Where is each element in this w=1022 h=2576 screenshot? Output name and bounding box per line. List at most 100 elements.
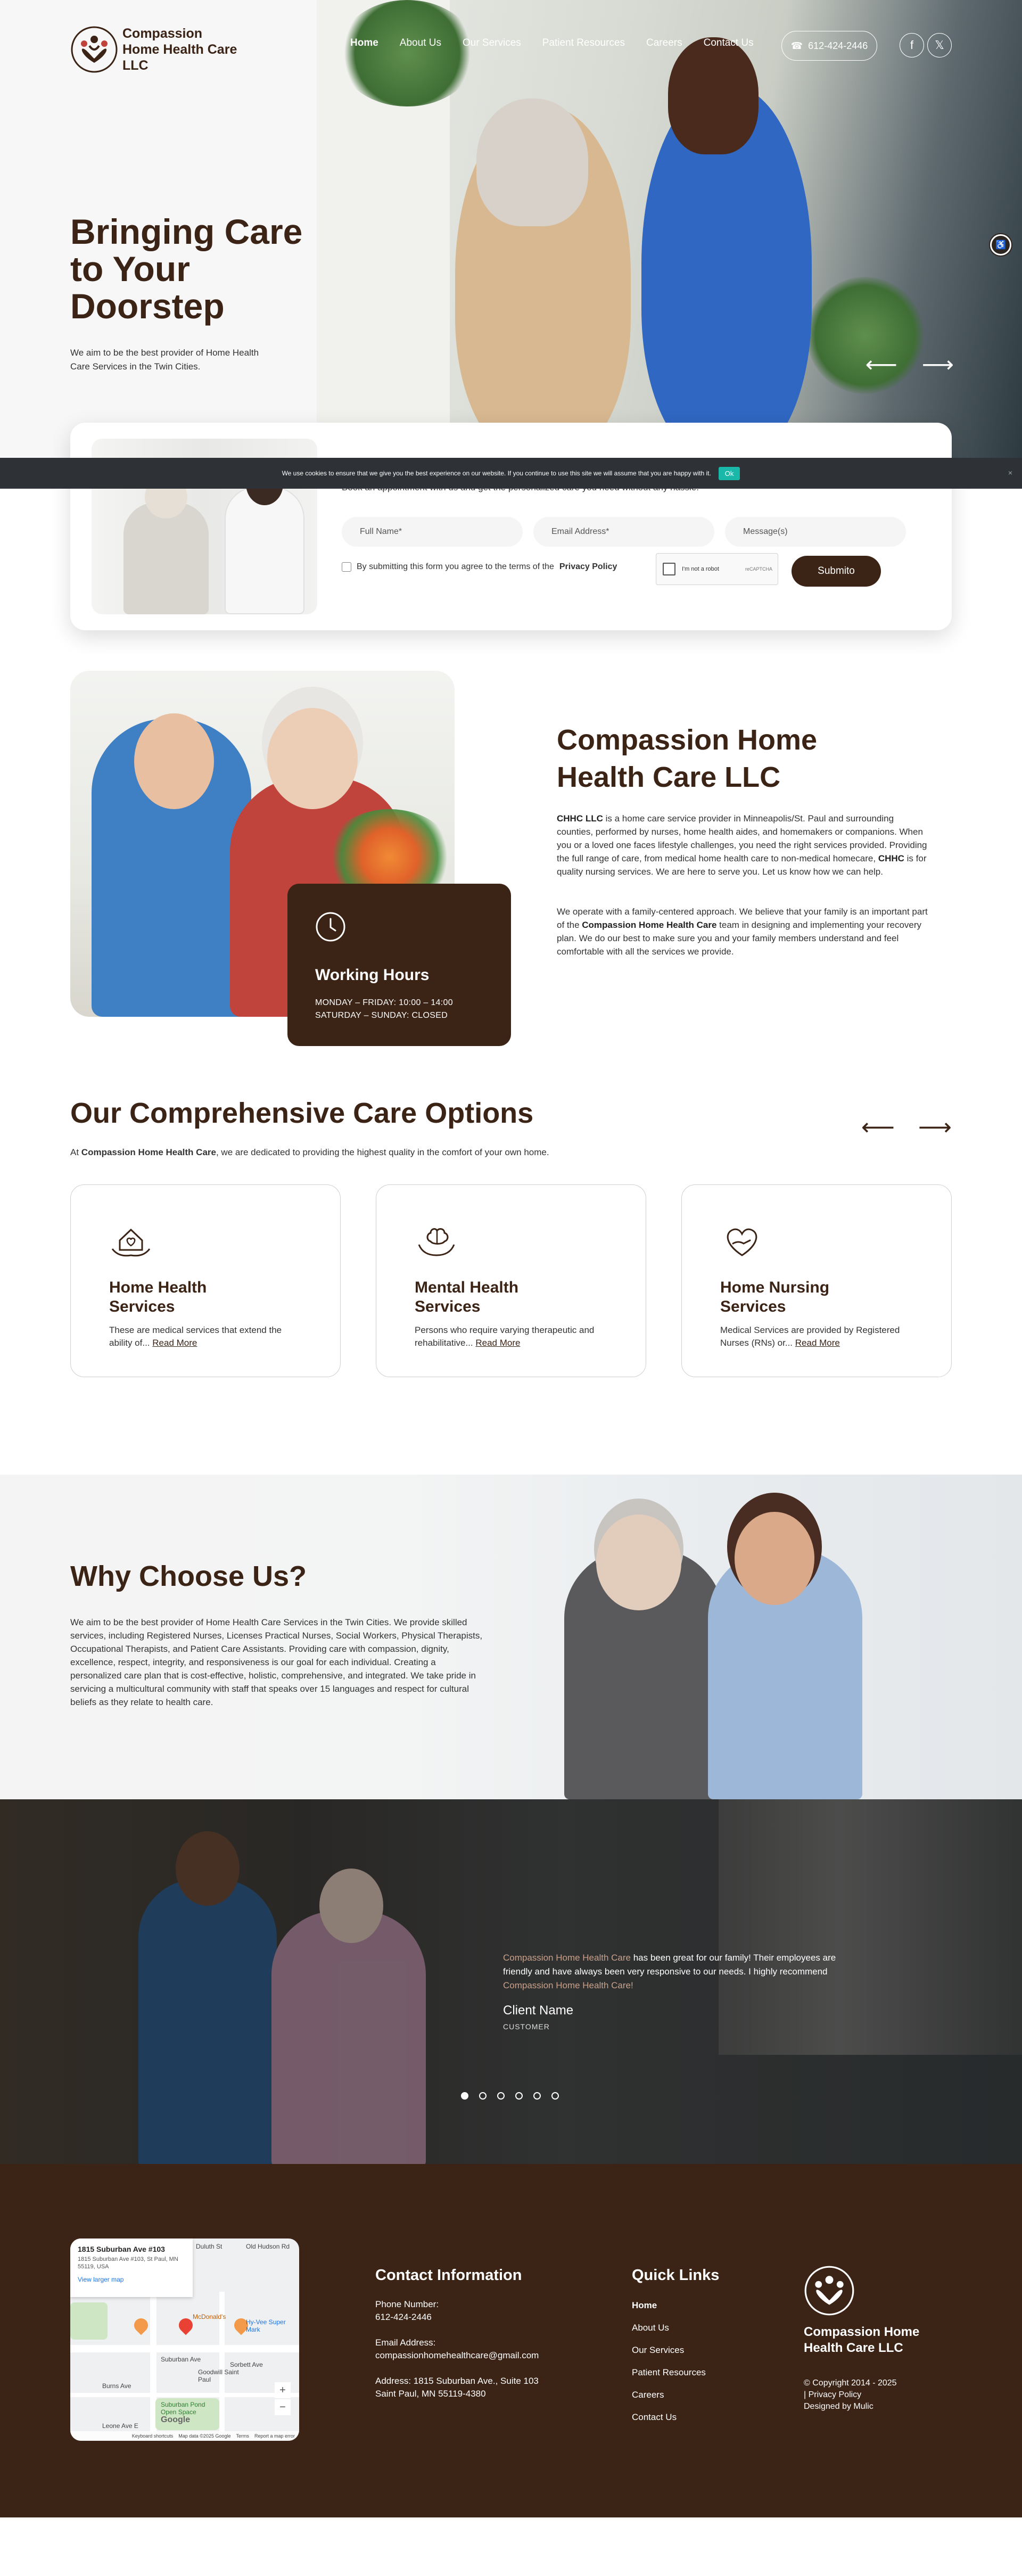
- services-slider-controls: ⟵ ⟶: [861, 1116, 952, 1139]
- facebook-icon[interactable]: f: [900, 33, 924, 57]
- footer-link-about[interactable]: About Us: [632, 2323, 719, 2333]
- consent-checkbox[interactable]: [342, 562, 351, 572]
- slider-dot[interactable]: [461, 2092, 468, 2100]
- slider-dot[interactable]: [515, 2092, 523, 2100]
- service-card-mental-health[interactable]: Mental Health Services Persons who requi…: [376, 1184, 646, 1377]
- about-photo-elder-head: [267, 708, 358, 809]
- about-section: Working Hours MONDAY – FRIDAY: 10:00 – 1…: [0, 671, 1022, 1097]
- services-subtitle-text: , we are dedicated to providing the high…: [216, 1147, 549, 1157]
- map-credit[interactable]: Terms: [236, 2433, 249, 2439]
- address-line-2: Saint Paul, MN 55119-4380: [375, 2389, 486, 2399]
- nav-patient-resources[interactable]: Patient Resources: [542, 37, 625, 49]
- logo-text: Compassion Home Health Care LLC: [122, 26, 237, 73]
- cookie-bar: We use cookies to ensure that we give yo…: [0, 458, 1022, 489]
- brain-hands-icon: [418, 1228, 455, 1256]
- accessibility-icon[interactable]: ♿: [990, 234, 1011, 256]
- phone-button[interactable]: ☎ 612-424-2446: [781, 31, 877, 61]
- house-hands-icon: [111, 1228, 151, 1257]
- footer-link-home[interactable]: Home: [632, 2300, 719, 2311]
- zoom-in-button[interactable]: +: [275, 2382, 291, 2398]
- hero-section: Compassion Home Health Care LLC Home Abo…: [0, 0, 1022, 489]
- google-logo: Google: [161, 2415, 191, 2424]
- slider-dot[interactable]: [533, 2092, 541, 2100]
- footer-link-patient-resources[interactable]: Patient Resources: [632, 2367, 719, 2378]
- read-more-link[interactable]: Read More: [475, 1338, 520, 1348]
- phone-value[interactable]: 612-424-2446: [375, 2312, 539, 2323]
- services-subtitle-text: At: [70, 1147, 81, 1157]
- x-twitter-icon[interactable]: 𝕏: [927, 33, 952, 57]
- full-name-field[interactable]: Full Name*: [342, 517, 523, 547]
- site-footer: McDonald's Hy-Vee Super Mark Suburban Av…: [0, 2164, 1022, 2517]
- map-place-address: 1815 Suburban Ave #103, St Paul, MN 5511…: [78, 2256, 178, 2270]
- view-larger-map-link[interactable]: View larger map: [78, 2276, 185, 2283]
- phone-label: Phone Number:: [375, 2299, 439, 2309]
- arrow-right-icon[interactable]: ⟶: [922, 353, 954, 376]
- cookie-ok-button[interactable]: Ok: [718, 466, 740, 480]
- service-title: Mental Health Services: [415, 1279, 519, 1315]
- email-field[interactable]: Email Address*: [533, 517, 714, 547]
- nav-about[interactable]: About Us: [400, 37, 441, 49]
- consent-row: By submitting this form you agree to the…: [342, 562, 617, 572]
- about-title: Compassion Home Health Care LLC: [557, 724, 818, 793]
- close-icon[interactable]: ×: [1008, 468, 1012, 477]
- slider-dot[interactable]: [497, 2092, 505, 2100]
- services-subtitle-brand: Compassion Home Health Care: [81, 1147, 216, 1157]
- nav-home[interactable]: Home: [350, 37, 378, 49]
- arrow-left-icon[interactable]: ⟵: [861, 1116, 895, 1139]
- consent-text: By submitting this form you agree to the…: [357, 562, 554, 571]
- map-label: Duluth St: [196, 2243, 222, 2250]
- booking-photo-doctor: [225, 487, 304, 614]
- slider-dot[interactable]: [551, 2092, 559, 2100]
- clock-icon: [316, 912, 345, 942]
- read-more-link[interactable]: Read More: [795, 1338, 840, 1348]
- hero-title: Bringing Care to Your Doorstep: [70, 212, 303, 326]
- nav-services[interactable]: Our Services: [463, 37, 521, 49]
- privacy-policy-link[interactable]: Privacy Policy: [559, 562, 617, 572]
- nav-contact[interactable]: Contact Us: [704, 37, 754, 49]
- phone-number: 612-424-2446: [808, 40, 868, 51]
- map-credits: Keyboard shortcuts Map data ©2025 Google…: [70, 2431, 299, 2441]
- about-text: is a home care service provider in Minne…: [557, 813, 927, 863]
- footer-quick-links: Quick Links Home About Us Our Services P…: [632, 2267, 719, 2423]
- services-section: Our Comprehensive Care Options At Compas…: [0, 1097, 1022, 1475]
- arrow-right-icon[interactable]: ⟶: [918, 1116, 952, 1139]
- service-card-home-nursing[interactable]: Home Nursing Services Medical Services a…: [681, 1184, 952, 1377]
- hero-slider-controls: ⟵ ⟶: [866, 353, 954, 376]
- map-credit[interactable]: Keyboard shortcuts: [132, 2433, 174, 2439]
- footer-link-services[interactable]: Our Services: [632, 2345, 719, 2356]
- map-info-card: 1815 Suburban Ave #103 1815 Suburban Ave…: [70, 2238, 193, 2297]
- footer-brand-name: Compassion Home Health Care LLC: [804, 2325, 920, 2355]
- message-field[interactable]: Message(s): [725, 517, 906, 547]
- booking-card: Book an appointment with us and get the …: [70, 423, 952, 630]
- map-label: Suburban Pond Open Space: [161, 2401, 205, 2416]
- hero-photo-plant: [806, 277, 924, 394]
- map-road: [70, 2345, 299, 2352]
- nav-careers[interactable]: Careers: [646, 37, 682, 49]
- slider-dot[interactable]: [479, 2092, 487, 2100]
- service-title: Home Health Services: [109, 1279, 207, 1315]
- arrow-left-icon[interactable]: ⟵: [866, 353, 897, 376]
- map-label: Leone Ave E: [102, 2422, 138, 2430]
- recaptcha-checkbox[interactable]: [663, 563, 675, 575]
- recaptcha-logo: reCAPTCHA: [745, 566, 772, 572]
- privacy-policy-link[interactable]: | Privacy Policy: [804, 2389, 932, 2401]
- zoom-out-button[interactable]: −: [275, 2399, 291, 2415]
- map-credit[interactable]: Report a map error: [254, 2433, 295, 2439]
- designer-credit: Designed by Mulic: [804, 2402, 873, 2411]
- embedded-map[interactable]: McDonald's Hy-Vee Super Mark Suburban Av…: [70, 2238, 299, 2441]
- submit-button[interactable]: Submito: [792, 556, 881, 587]
- services-subtitle: At Compassion Home Health Care, we are d…: [70, 1147, 549, 1158]
- map-credit: Map data ©2025 Google: [178, 2433, 231, 2439]
- read-more-link[interactable]: Read More: [152, 1338, 197, 1348]
- phone-icon: ☎: [790, 40, 803, 51]
- about-brand-short: CHHC: [878, 853, 904, 863]
- booking-section: Book an appointment with us and get the …: [0, 423, 1022, 671]
- footer-contact-heading: Contact Information: [375, 2267, 522, 2284]
- footer-link-careers[interactable]: Careers: [632, 2390, 719, 2400]
- email-value[interactable]: compassionhomehealthcare@gmail.com: [375, 2350, 539, 2361]
- map-pin-icon[interactable]: [131, 2315, 151, 2335]
- footer-link-contact[interactable]: Contact Us: [632, 2412, 719, 2423]
- service-card-home-health[interactable]: Home Health Services These are medical s…: [70, 1184, 341, 1377]
- site-logo[interactable]: Compassion Home Health Care LLC: [70, 26, 240, 73]
- why-choose-section: Why Choose Us? We aim to be the best pro…: [0, 1475, 1022, 1799]
